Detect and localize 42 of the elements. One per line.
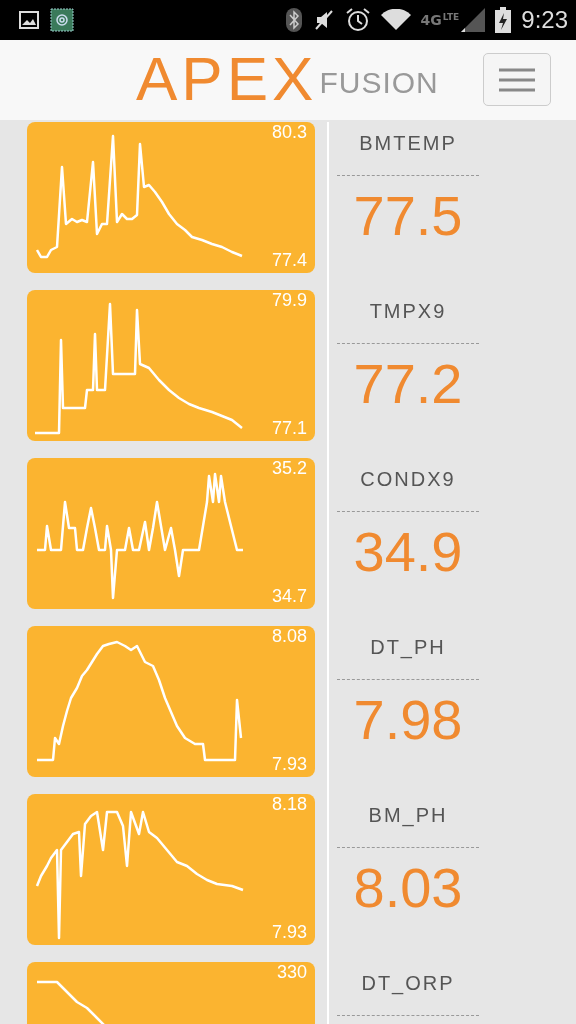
graph-card[interactable]: 330 <box>27 962 315 1024</box>
max-value: 80.3 <box>271 122 307 143</box>
graph-card[interactable]: 79.9 77.1 <box>27 290 315 441</box>
battery-icon <box>495 7 512 33</box>
min-value: 77.1 <box>271 418 307 439</box>
image-icon <box>18 10 40 30</box>
min-value: 7.93 <box>271 754 307 775</box>
probe-value: 34.9 <box>353 524 463 580</box>
alarm-icon <box>344 7 371 33</box>
max-value: 330 <box>276 962 307 983</box>
clock-time: 9:23 <box>521 6 568 34</box>
wifi-icon <box>380 9 411 31</box>
probe-name: DT_PH <box>370 636 446 659</box>
menu-icon <box>499 67 535 92</box>
max-value: 8.18 <box>271 794 307 815</box>
logo-subtitle: FUSION <box>319 66 439 100</box>
graph-card[interactable]: 35.2 34.7 <box>27 458 315 609</box>
probe-value: 7.98 <box>353 692 463 748</box>
logo-wordmark: APEX <box>136 48 318 110</box>
min-value: 34.7 <box>271 586 307 607</box>
max-value: 79.9 <box>271 290 307 311</box>
bluetooth-icon <box>284 7 303 33</box>
graph-card[interactable]: 80.3 77.4 <box>27 122 315 273</box>
probe-name: TMPX9 <box>369 300 447 323</box>
menu-button[interactable] <box>483 53 551 106</box>
min-value: 7.93 <box>271 922 307 943</box>
max-value: 8.08 <box>271 626 307 647</box>
min-value: 77.4 <box>271 250 307 271</box>
graph-card[interactable]: 8.18 7.93 <box>27 794 315 945</box>
probe-name: CONDX9 <box>360 468 456 491</box>
probe-value: 77.5 <box>353 188 463 244</box>
probe-name: DT_ORP <box>361 972 455 995</box>
probe-value: 77.2 <box>353 356 463 412</box>
probe-value: 8.03 <box>353 860 463 916</box>
max-value: 35.2 <box>271 458 307 479</box>
graph-card[interactable]: 8.08 7.93 <box>27 626 315 777</box>
mute-icon <box>312 9 335 31</box>
network-type: 4G <box>420 12 442 28</box>
probe-name: BMTEMP <box>359 132 457 155</box>
probe-name: BM_PH <box>368 804 448 827</box>
signal-icon <box>461 8 486 32</box>
network-subtype: LTE <box>442 12 460 22</box>
